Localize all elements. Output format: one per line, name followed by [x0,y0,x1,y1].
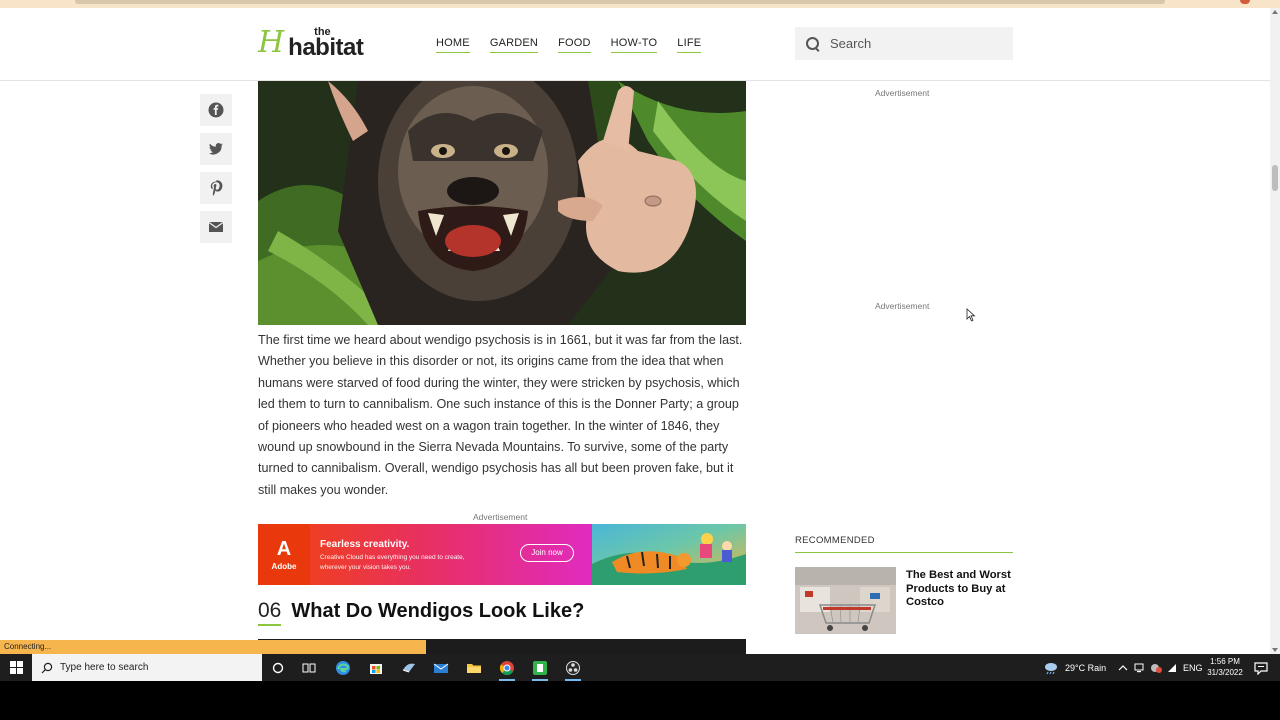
browser-top-strip [0,0,1280,8]
chevron-up-icon [1118,664,1128,670]
article-hero-image [258,81,746,325]
logo-h-mark: H [258,25,285,60]
pinterest-icon [210,180,223,196]
search-input[interactable] [830,36,1000,51]
rain-cloud-icon [1045,662,1057,674]
network-icon [1134,663,1144,672]
section-heading: 06 What Do Wendigos Look Like? [258,598,584,626]
weather-widget[interactable]: 29°C Rain [1043,654,1106,681]
security-warning-icon [1151,663,1162,673]
letterbox-bottom [0,681,1280,720]
sidebar-ad-label-1: Advertisement [875,88,930,98]
recommended-label: RECOMMENDED [795,535,875,546]
adobe-ad-artwork [592,524,746,585]
main-nav: HOME GARDEN FOOD HOW-TO LIFE [436,37,702,53]
chrome-icon [499,661,514,676]
taskbar-store[interactable] [365,657,387,679]
start-button[interactable] [0,654,32,681]
adobe-logo: A Adobe [258,524,310,585]
cortana-icon [272,662,284,674]
share-facebook-button[interactable] [200,94,232,126]
recommended-article-link[interactable]: The Best and Worst Products to Buy at Co… [906,569,1016,610]
tiger-illustration [592,533,746,585]
adobe-ad-body: Creative Cloud has everything you need t… [320,554,465,571]
site-search [795,27,1013,60]
taskbar-search-placeholder: Type here to search [60,662,149,673]
nav-garden[interactable]: GARDEN [489,37,539,53]
browser-tab-strip [75,0,1165,4]
section-number: 06 [258,598,282,626]
scroll-down-arrow-icon[interactable] [1272,648,1278,652]
notification-icon [1254,661,1268,675]
taskbar-edge[interactable] [332,657,354,679]
browser-profile-indicator[interactable] [1240,0,1250,4]
nav-home[interactable]: HOME [436,37,470,53]
taskbar-chrome[interactable] [496,657,518,681]
clock-date: 31/3/2022 [1207,668,1243,677]
recommended-thumbnail[interactable] [795,567,896,634]
recorder-icon [566,661,580,675]
adobe-a-icon: A [276,537,292,560]
adobe-banner-ad[interactable]: A Adobe Fearless creativity. Creative Cl… [258,524,746,585]
taskbar-search-icon [41,662,53,673]
site-header: H the habitat HOME GARDEN FOOD HOW-TO LI… [0,8,1270,81]
mouse-cursor-icon [966,308,976,322]
green-app-icon [533,661,547,675]
recommended-divider [795,552,1013,553]
taskbar-file-explorer[interactable] [463,657,485,679]
adobe-join-button[interactable]: Join now [520,544,574,562]
adobe-ad-copy: Fearless creativity. Creative Cloud has … [310,524,592,585]
site-logo[interactable]: H the habitat [258,25,368,61]
nav-how-to[interactable]: HOW-TO [610,37,658,53]
taskbar-search[interactable]: Type here to search [32,654,262,681]
wifi-icon [1168,663,1176,672]
sidebar-ad-label-2: Advertisement [875,301,930,311]
taskbar-obs[interactable] [562,657,584,681]
nav-life[interactable]: LIFE [677,37,702,53]
share-pinterest-button[interactable] [200,172,232,204]
nav-food[interactable]: FOOD [558,37,591,53]
windows-logo-icon [9,661,23,674]
page-scrollbar[interactable] [1270,8,1280,654]
twitter-icon [209,143,223,155]
adobe-ad-headline: Fearless creativity. [320,539,410,550]
search-icon[interactable] [805,36,821,52]
tray-security-status[interactable] [1150,654,1162,681]
logo-wordmark: the habitat [288,26,368,61]
tray-network-status[interactable] [1134,654,1144,681]
store-icon [370,664,382,674]
page-viewport: H the habitat HOME GARDEN FOOD HOW-TO LI… [0,8,1270,654]
article-paragraph: The first time we heard about wendigo ps… [258,333,743,497]
taskbar-app-bird[interactable] [398,657,420,679]
task-view-button[interactable] [298,657,320,679]
email-icon [208,222,224,232]
share-twitter-button[interactable] [200,133,232,165]
werewolf-photo [258,81,746,325]
inline-ad-label: Advertisement [473,512,528,522]
share-email-button[interactable] [200,211,232,243]
taskbar-mail[interactable] [430,657,452,679]
logo-habitat: habitat [288,34,364,61]
taskbar-green-app[interactable] [529,657,551,681]
clock-time: 1:56 PM [1210,657,1240,666]
cortana-button[interactable] [267,657,289,679]
windows-taskbar: Type here to search 29°C Rain ENG 1:56 P… [0,654,1280,681]
scrollbar-thumb[interactable] [1272,165,1278,191]
adobe-brand-text: Adobe [271,561,297,571]
weather-text: 29°C Rain [1065,662,1107,673]
browser-status-bar: Connecting... [0,640,426,654]
section-title: What Do Wendigos Look Like? [291,600,585,622]
mail-icon [433,663,449,673]
task-view-icon [302,663,316,673]
facebook-icon [208,102,224,118]
edge-icon [336,661,350,675]
taskbar-clock[interactable]: 1:56 PM 31/3/2022 [1200,656,1250,678]
costco-cart-photo [795,567,896,634]
notification-center-button[interactable] [1254,654,1268,681]
tray-chevron[interactable] [1118,654,1128,681]
scroll-up-arrow-icon[interactable] [1272,10,1278,14]
tray-wifi[interactable] [1167,654,1177,681]
bird-app-icon [402,663,415,673]
folder-icon [467,664,481,673]
